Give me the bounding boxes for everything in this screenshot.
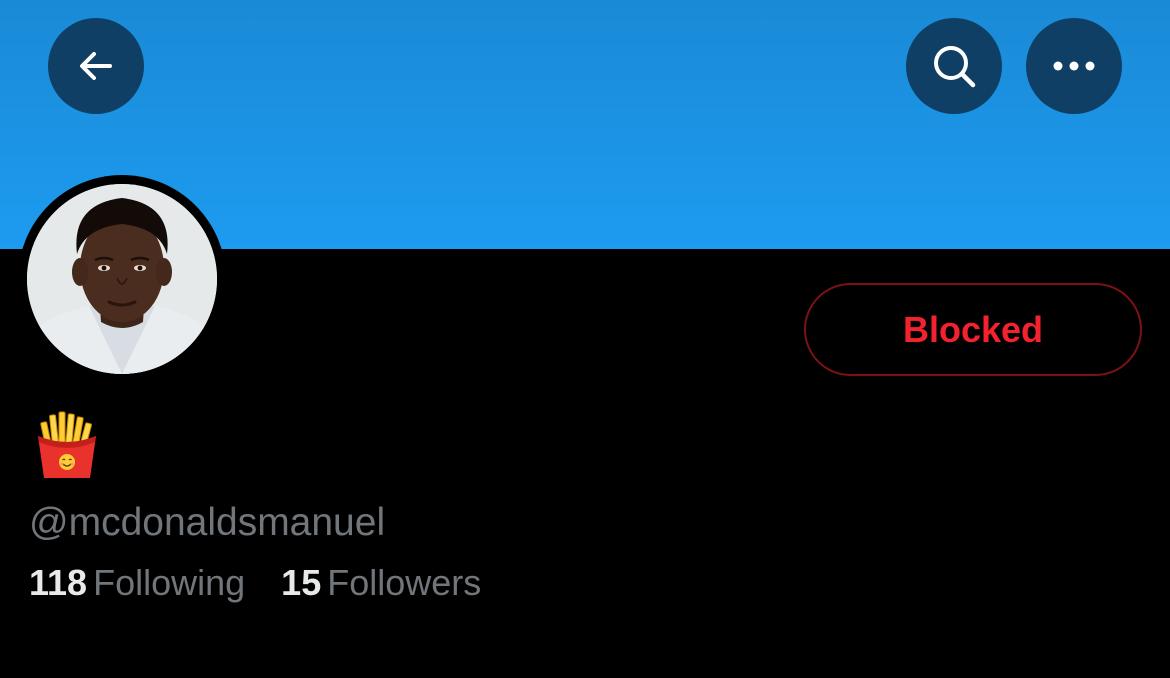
profile-stats: 118 Following 15 Followers <box>29 560 481 606</box>
profile-handle: @mcdonaldsmanuel <box>29 501 386 544</box>
followers-link[interactable]: 15 Followers <box>281 560 481 606</box>
more-options-button[interactable] <box>1026 18 1122 114</box>
avatar-photo <box>27 184 217 374</box>
following-count: 118 <box>29 562 88 603</box>
followers-count: 15 <box>281 562 322 603</box>
avatar[interactable] <box>27 184 217 374</box>
more-horizontal-icon <box>1053 61 1095 71</box>
following-label: Following <box>93 562 246 603</box>
french-fries-icon <box>38 411 96 478</box>
following-link[interactable]: 118 Following <box>29 560 245 606</box>
display-name-emoji <box>34 410 100 480</box>
arrow-left-icon <box>80 52 112 80</box>
back-button[interactable] <box>48 18 144 114</box>
search-button[interactable] <box>906 18 1002 114</box>
followers-label: Followers <box>327 562 482 603</box>
blocked-button[interactable]: Blocked <box>804 283 1142 376</box>
search-icon <box>934 46 976 88</box>
